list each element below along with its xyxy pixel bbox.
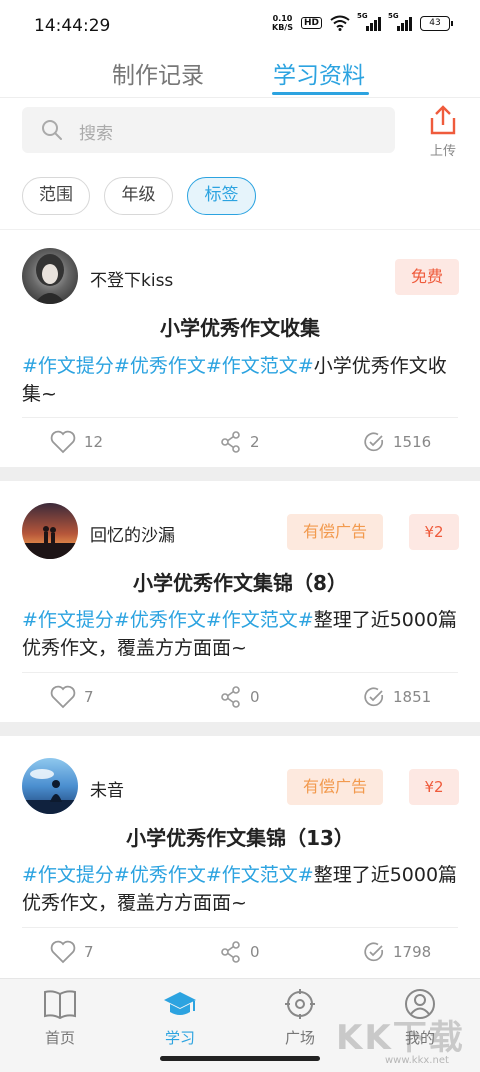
search-icon [42,120,62,140]
post-description[interactable]: #作文提分#优秀作文#作文范文#小学优秀作文收集~ [22,352,462,408]
share-count: 0 [250,688,260,706]
nav-plaza-label: 广场 [284,1029,315,1047]
section-separator [0,722,480,736]
top-tabs: 制作记录 学习资料 [0,52,480,98]
tab-materials[interactable]: 学习资料 [273,56,365,90]
divider [22,672,458,673]
like-button[interactable]: 12 [50,430,103,454]
like-button[interactable]: 7 [50,940,94,964]
upload-button[interactable]: 上传 [423,104,463,159]
signal-icon-1: 5G [357,12,381,31]
share-icon [221,431,240,453]
share-icon [221,941,240,963]
hd-icon: HD [300,17,322,29]
nav-study-label: 学习 [164,1029,195,1047]
nav-plaza[interactable]: 广场 [260,989,340,1048]
heart-icon [50,940,76,964]
free-badge: 免费 [395,259,459,295]
post-title[interactable]: 小学优秀作文收集 [0,312,480,341]
post-title[interactable]: 小学优秀作文集锦（13） [0,822,480,851]
post-description[interactable]: #作文提分#优秀作文#作文范文#整理了近5000篇优秀作文，覆盖方方面面~ [22,606,462,662]
target-icon [285,989,315,1019]
views-stat: 1516 [363,431,431,453]
check-circle-icon [364,687,384,707]
price-badge: ¥2 [409,769,459,805]
upload-label: 上传 [429,144,456,159]
nav-study[interactable]: 学习 [140,989,220,1048]
status-icons: 0.10 KB/S HD 5G 5G 43 [272,12,453,32]
price-badge: ¥2 [409,514,459,550]
author-name[interactable]: 回忆的沙漏 [90,521,175,546]
share-button[interactable]: 2 [220,431,260,453]
divider [22,927,458,928]
avatar[interactable] [22,248,78,304]
wifi-icon [330,15,350,31]
search-placeholder: 搜索 [79,124,113,144]
battery-icon: 43 [420,15,453,31]
like-button[interactable]: 7 [50,685,94,709]
like-count: 7 [84,943,94,961]
share-button[interactable]: 0 [220,686,260,708]
views-stat: 1851 [363,686,431,708]
paid-ad-badge: 有偿广告 [287,514,383,550]
share-icon [221,686,240,708]
views-stat: 1798 [363,941,431,963]
graduation-cap-icon [164,992,196,1015]
status-time: 14:44:29 [34,16,111,36]
like-count: 7 [84,688,94,706]
avatar-image [22,769,78,814]
home-indicator[interactable] [160,1056,320,1061]
heart-icon [50,685,76,709]
post-hashtags[interactable]: #作文提分#优秀作文#作文范文# [22,609,314,631]
divider [0,229,480,230]
status-bar: 14:44:29 0.10 KB/S HD 5G 5G 43 [0,0,480,52]
avatar-image [34,254,66,304]
active-tab-indicator [272,92,369,95]
share-count: 2 [250,433,260,451]
filter-scope[interactable]: 范围 [22,177,90,215]
tab-records[interactable]: 制作记录 [112,56,204,90]
check-circle-icon [364,942,384,962]
filter-grade[interactable]: 年级 [104,177,173,215]
heart-icon [50,430,76,454]
author-name[interactable]: 未音 [90,776,124,801]
nav-home[interactable]: 首页 [20,989,100,1048]
nav-home-label: 首页 [44,1029,75,1047]
book-icon [44,990,76,1020]
author-name[interactable]: 不登下kiss [90,266,173,291]
upload-icon [430,105,456,135]
post-title[interactable]: 小学优秀作文集锦（8） [0,567,480,596]
divider [22,417,458,418]
watermark-url: www.kkx.net [385,1055,449,1066]
avatar[interactable] [22,758,78,814]
view-count: 1851 [393,688,432,706]
view-count: 1798 [393,943,432,961]
view-count: 1516 [393,433,432,451]
like-count: 12 [84,433,104,451]
section-separator [0,467,480,481]
signal-icon-2: 5G [388,12,412,31]
paid-ad-badge: 有偿广告 [287,769,383,805]
avatar-image [22,526,78,559]
post-hashtags[interactable]: #作文提分#优秀作文#作文范文# [22,864,314,886]
search-input[interactable]: 搜索 [22,107,395,153]
share-button[interactable]: 0 [220,941,260,963]
watermark: KK下载 [336,1018,465,1058]
avatar[interactable] [22,503,78,559]
share-count: 0 [250,943,260,961]
filter-tag[interactable]: 标签 [187,177,256,215]
network-speed: 0.10 KB/S [272,14,293,32]
post-hashtags[interactable]: #作文提分#优秀作文#作文范文# [22,355,314,377]
check-circle-icon [364,432,384,452]
post-description[interactable]: #作文提分#优秀作文#作文范文#整理了近5000篇优秀作文，覆盖方方面面~ [22,861,462,917]
